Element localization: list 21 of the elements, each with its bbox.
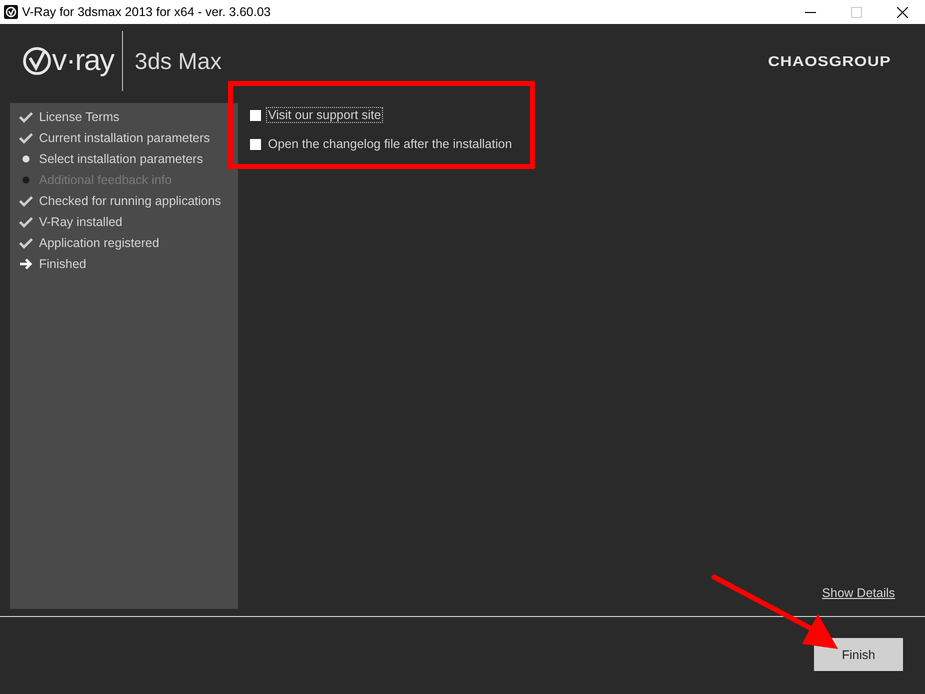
step-label: License Terms (39, 110, 120, 124)
maximize-icon (850, 6, 862, 18)
step-label: Current installation parameters (39, 130, 210, 144)
step-label: Application registered (39, 236, 160, 250)
checkbox-label[interactable]: Open the changelog file after the installation (266, 136, 514, 152)
checkbox[interactable] (250, 138, 261, 150)
close-icon (896, 6, 908, 18)
step-label: Checked for running applications (39, 194, 222, 208)
logo-text: v·ray (52, 44, 114, 78)
checkbox[interactable] (250, 110, 261, 120)
step-label: V-Ray installed (39, 214, 122, 228)
finish-button[interactable]: Finish (814, 638, 903, 671)
product-name: 3ds Max (134, 48, 222, 74)
logo-icon (22, 46, 52, 76)
checkbox-label[interactable]: Visit our support site (266, 107, 384, 123)
step-label: Select installation parameters (39, 152, 203, 166)
brand-logo: CHAOSGROUP (768, 53, 891, 69)
step-label: Finished (39, 256, 86, 270)
window-title: V-Ray for 3dsmax 2013 for x64 - ver. 3.60.03 (22, 5, 272, 19)
app-icon (4, 5, 18, 19)
show-details-link[interactable]: Show Details (822, 586, 895, 600)
